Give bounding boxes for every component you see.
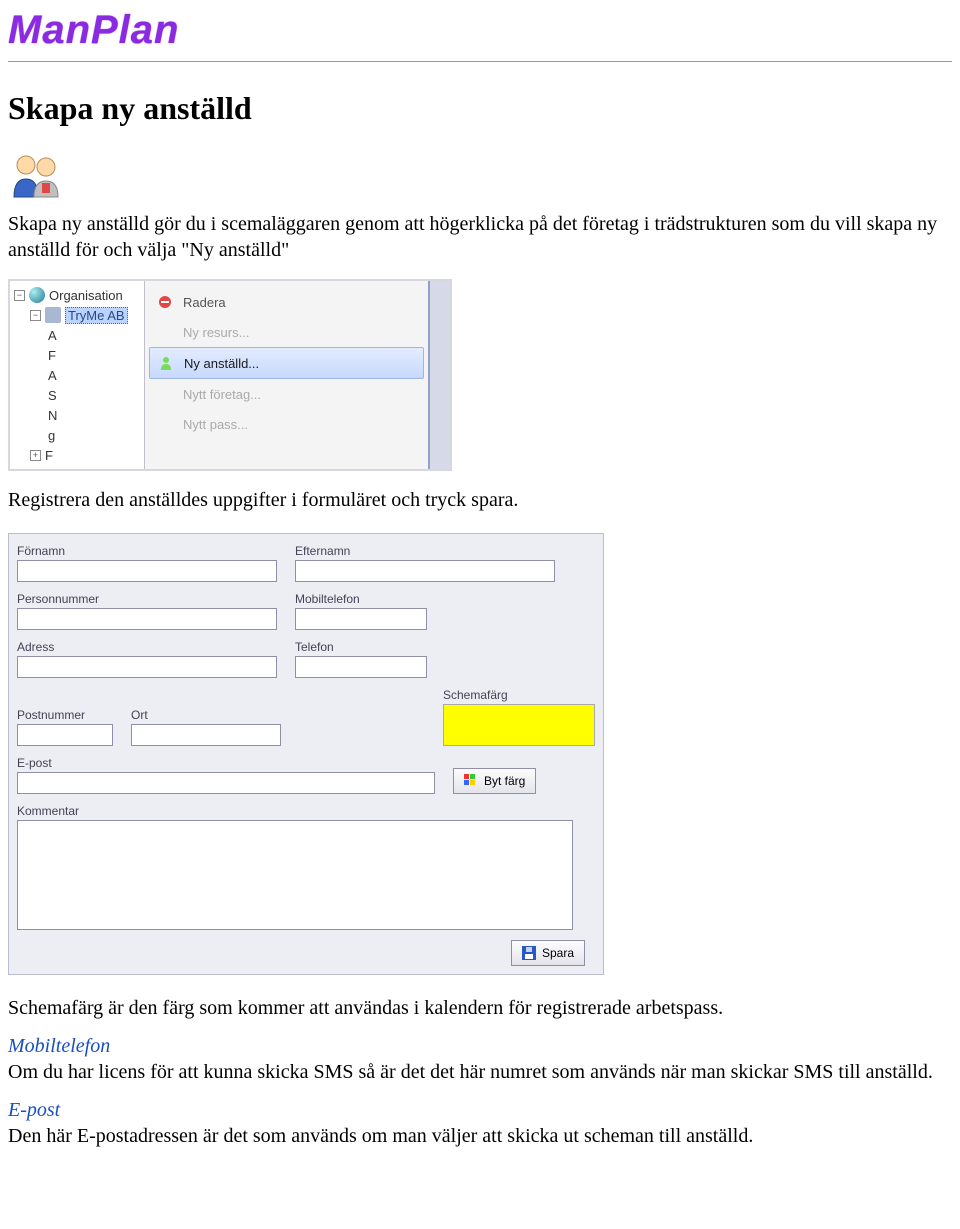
label-fornamn: Förnamn [17,544,277,558]
tree-panel: − Organisation − TryMe AB A F A S N g + … [10,281,145,469]
ctx-label: Ny resurs... [183,325,249,340]
intro-paragraph: Skapa ny anställd gör du i scemaläggaren… [8,211,952,263]
mobil-heading: Mobiltelefon [8,1035,110,1057]
para-schemafarg: Schemafärg är den färg som kommer att an… [8,995,952,1021]
epost-heading: E-post [8,1099,60,1121]
input-ort[interactable] [131,724,281,746]
input-efternamn[interactable] [295,560,555,582]
para-mobiltelefon: Mobiltelefon Om du har licens för att ku… [8,1033,952,1085]
right-strip [428,281,450,469]
screenshot-tree-context: − Organisation − TryMe AB A F A S N g + … [8,279,452,471]
ctx-label: Ny anställd... [184,356,259,371]
byt-farg-button[interactable]: Byt färg [453,768,536,794]
ctx-label: Nytt företag... [183,387,261,402]
tree-expander[interactable]: − [30,310,41,321]
screenshot-form: Förnamn Efternamn Personnummer Mobiltele… [8,533,604,975]
ctx-label: Radera [183,295,226,310]
page-title: Skapa ny anställd [8,90,952,127]
input-personnummer[interactable] [17,608,277,630]
people-icon [8,151,64,199]
input-kommentar[interactable] [17,820,573,930]
label-mobiltelefon: Mobiltelefon [295,592,427,606]
tree-expander[interactable]: − [14,290,25,301]
ctx-nytt-pass[interactable]: Nytt pass... [149,409,424,439]
mobil-text: Om du har licens för att kunna skicka SM… [8,1061,933,1083]
spara-button[interactable]: Spara [511,940,585,966]
input-mobiltelefon[interactable] [295,608,427,630]
para-registrera: Registrera den anställdes uppgifter i fo… [8,487,952,513]
label-telefon: Telefon [295,640,427,654]
resource-icon [157,324,173,340]
label-epost: E-post [17,756,435,770]
spara-label: Spara [542,946,574,960]
schemafarg-swatch [443,704,595,746]
ctx-radera[interactable]: Radera [149,287,424,317]
para-epost: E-post Den här E-postadressen är det som… [8,1097,952,1149]
tree-leaf[interactable]: N [48,408,57,423]
context-menu: Radera Ny resurs... Ny anställd... Nytt … [145,281,428,469]
input-adress[interactable] [17,656,277,678]
ctx-ny-anstalld[interactable]: Ny anställd... [149,347,424,379]
delete-icon [157,294,173,310]
label-personnummer: Personnummer [17,592,277,606]
input-telefon[interactable] [295,656,427,678]
label-kommentar: Kommentar [17,804,573,818]
ctx-nytt-foretag[interactable]: Nytt företag... [149,379,424,409]
company-icon [45,307,61,323]
label-efternamn: Efternamn [295,544,555,558]
person-icon [158,355,174,371]
tree-expander[interactable]: + [30,450,41,461]
label-adress: Adress [17,640,277,654]
input-fornamn[interactable] [17,560,277,582]
tree-leaf[interactable]: S [48,388,57,403]
input-postnummer[interactable] [17,724,113,746]
save-icon [522,946,536,960]
tree-company-label[interactable]: TryMe AB [65,307,128,324]
logo: ManPlan [8,8,952,53]
input-epost[interactable] [17,772,435,794]
byt-farg-label: Byt färg [484,774,525,788]
label-ort: Ort [131,708,281,722]
pass-icon [157,416,173,432]
tree-leaf[interactable]: F [48,348,56,363]
separator [8,61,952,62]
label-postnummer: Postnummer [17,708,113,722]
tree-leaf[interactable]: A [48,368,57,383]
tree-leaf[interactable]: g [48,428,55,443]
tree-leaf[interactable]: F [45,448,53,463]
epost-text: Den här E-postadressen är det som använd… [8,1125,753,1147]
company-icon [157,386,173,402]
label-schemafarg: Schemafärg [443,688,595,702]
palette-icon [464,774,478,788]
tree-leaf[interactable]: A [48,328,57,343]
tree-root-label: Organisation [49,288,123,303]
ctx-label: Nytt pass... [183,417,248,432]
globe-icon [29,287,45,303]
ctx-ny-resurs[interactable]: Ny resurs... [149,317,424,347]
